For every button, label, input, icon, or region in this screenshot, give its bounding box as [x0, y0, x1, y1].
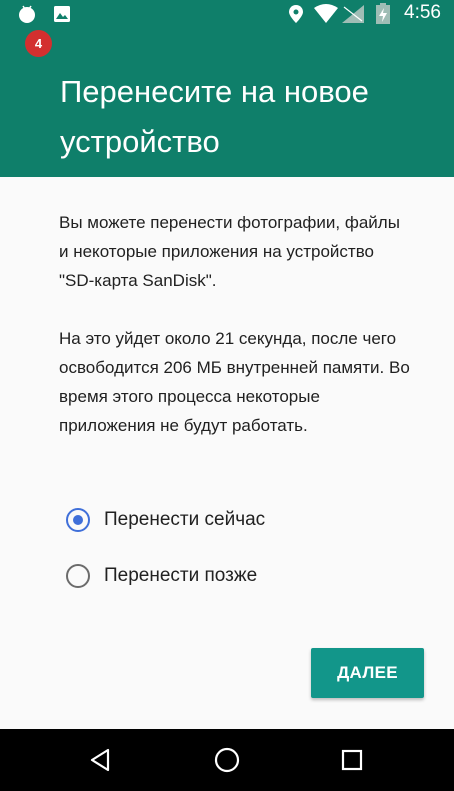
recents-icon [341, 749, 363, 771]
description-paragraph-1: Вы можете перенести фотографии, файлы и … [59, 213, 400, 290]
option-move-later-label: Перенести позже [104, 565, 258, 586]
back-button[interactable] [71, 729, 131, 791]
wifi-icon [314, 4, 338, 23]
image-icon [54, 6, 70, 22]
radio-unselected-icon[interactable] [66, 564, 90, 588]
status-time: 4:56 [404, 2, 441, 23]
battery-icon [376, 3, 390, 24]
radio-selected-icon[interactable] [66, 508, 90, 532]
signal-icon [342, 5, 364, 23]
header: 4 Перенесите на новое устройство [0, 28, 454, 177]
option-move-now[interactable]: Перенести сейчас [66, 508, 265, 532]
option-move-later[interactable]: Перенести позже [66, 564, 257, 588]
recents-button[interactable] [322, 729, 382, 791]
android-icon [19, 5, 35, 23]
navigation-bar [0, 729, 454, 791]
back-icon [90, 748, 110, 772]
notification-badge: 4 [25, 30, 52, 57]
status-bar: 4:56 [0, 0, 454, 28]
description: Вы можете перенести фотографии, файлы и … [59, 208, 414, 469]
option-move-now-label: Перенести сейчас [104, 509, 266, 530]
location-icon [289, 5, 303, 23]
description-paragraph-2: На это уйдет около 21 секунда, после чег… [59, 329, 410, 435]
next-button[interactable]: ДАЛЕЕ [311, 648, 424, 698]
home-icon [214, 747, 240, 773]
page-title: Перенесите на новое устройство [60, 74, 369, 159]
home-button[interactable] [197, 729, 257, 791]
